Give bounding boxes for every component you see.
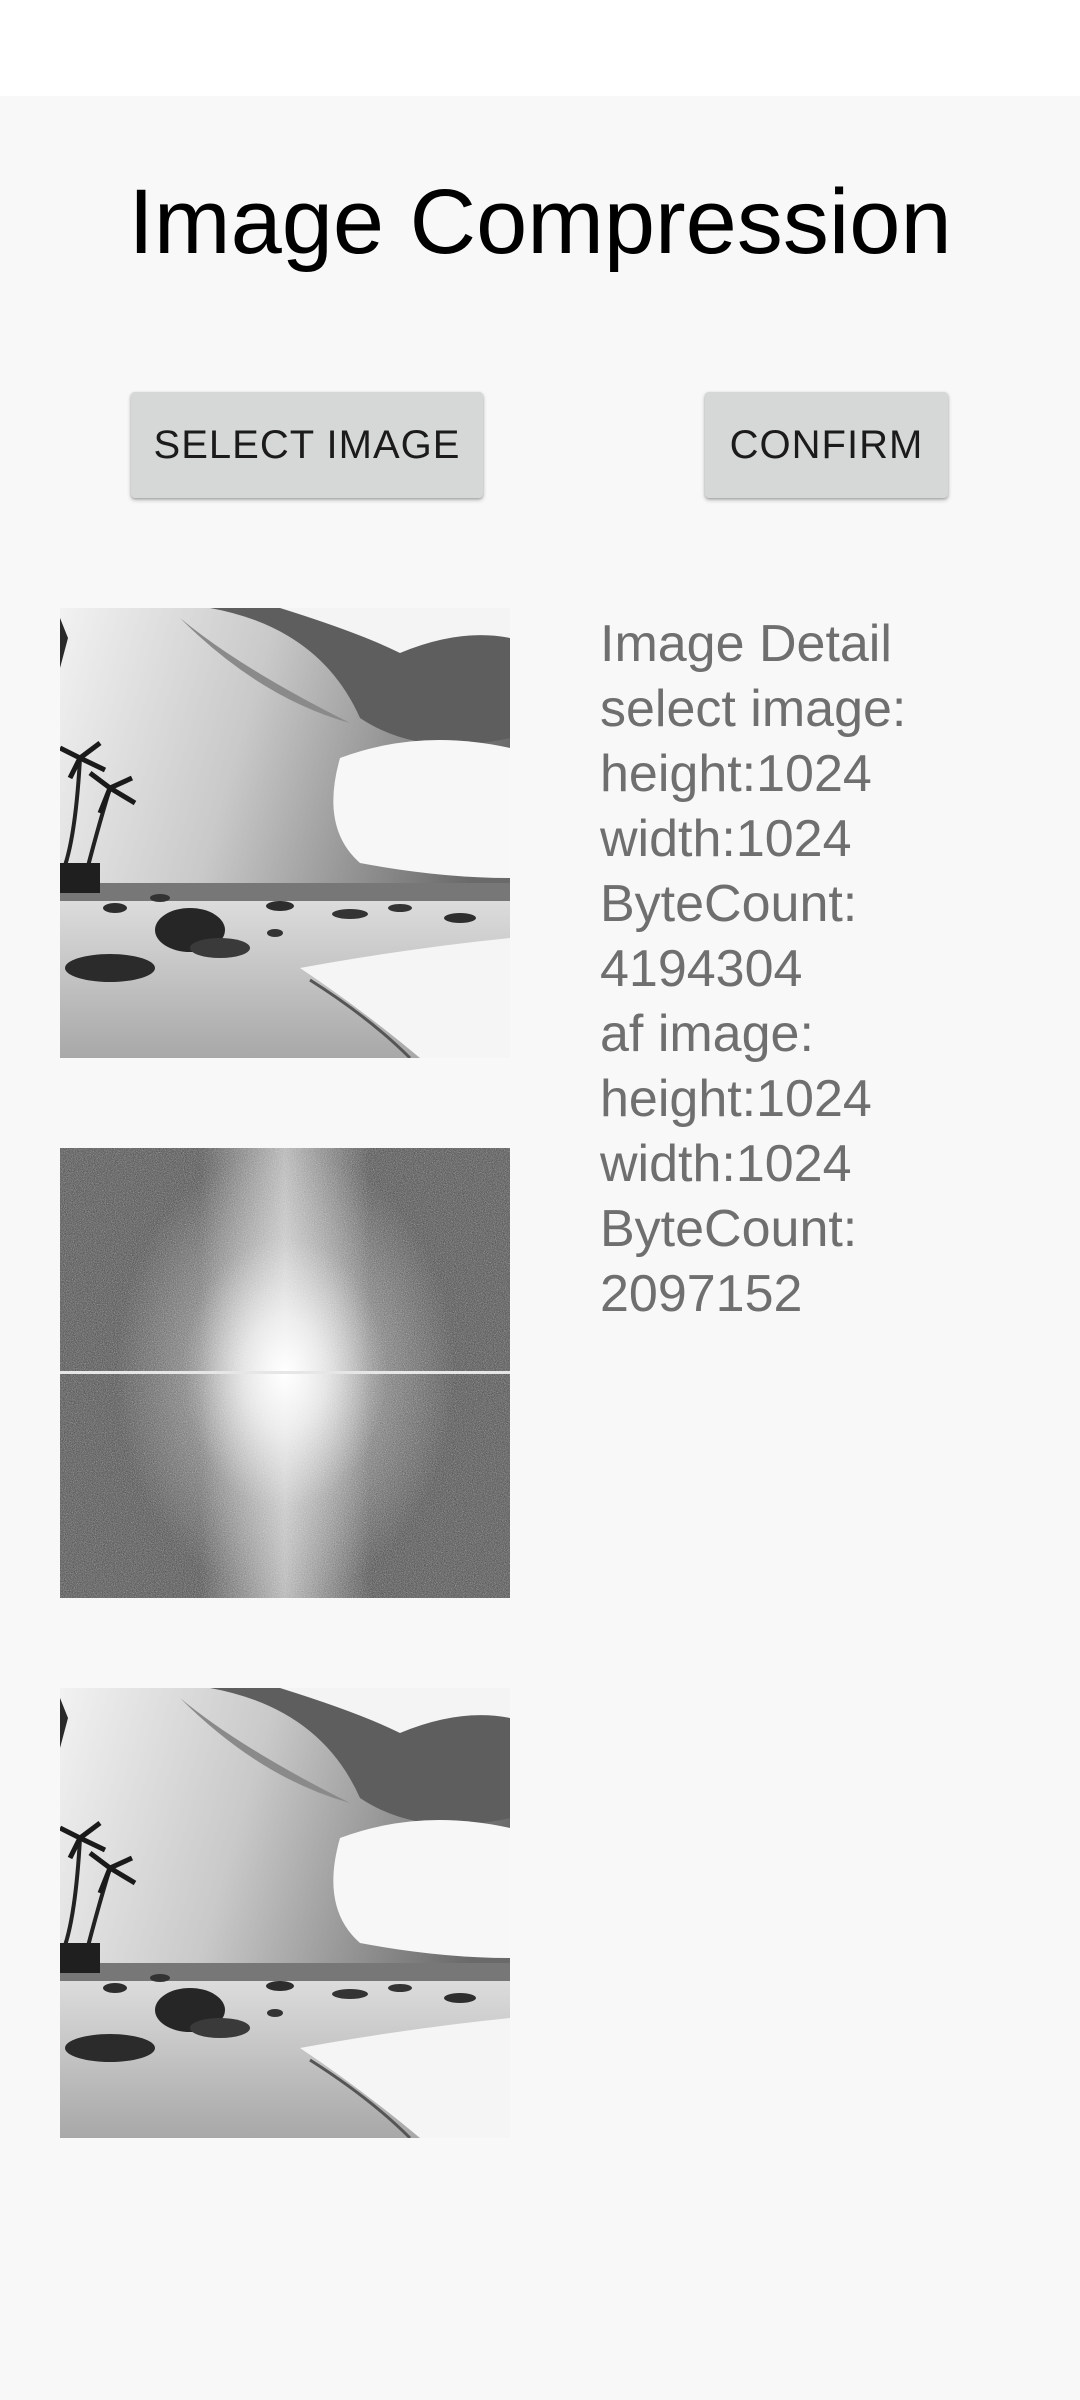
detail-select-image-label: select image: [600, 680, 907, 738]
detail-select-bytecount-value: 4194304 [600, 940, 803, 998]
selected-image [60, 608, 510, 1058]
frequency-spectrum-image [60, 1148, 510, 1598]
detail-af-bytecount-label: ByteCount: [600, 1200, 858, 1258]
select-image-button[interactable]: SELECT IMAGE [131, 392, 483, 498]
detail-af-bytecount-value: 2097152 [600, 1265, 803, 1323]
status-bar [0, 0, 1080, 96]
detail-select-height: height:1024 [600, 745, 872, 803]
detail-select-bytecount-label: ByteCount: [600, 875, 858, 933]
image-detail-panel: Image Detail select image: height:1024 w… [600, 612, 1040, 1327]
detail-af-width: width:1024 [600, 1135, 852, 1193]
detail-af-height: height:1024 [600, 1070, 872, 1128]
compressed-image [60, 1688, 510, 2138]
detail-heading: Image Detail [600, 615, 892, 673]
detail-select-width: width:1024 [600, 810, 852, 868]
app-screen: Image Compression SELECT IMAGE CONFIRM I… [0, 0, 1080, 2400]
detail-af-image-label: af image: [600, 1005, 814, 1063]
page-title: Image Compression [128, 171, 952, 273]
confirm-button[interactable]: CONFIRM [705, 392, 948, 498]
